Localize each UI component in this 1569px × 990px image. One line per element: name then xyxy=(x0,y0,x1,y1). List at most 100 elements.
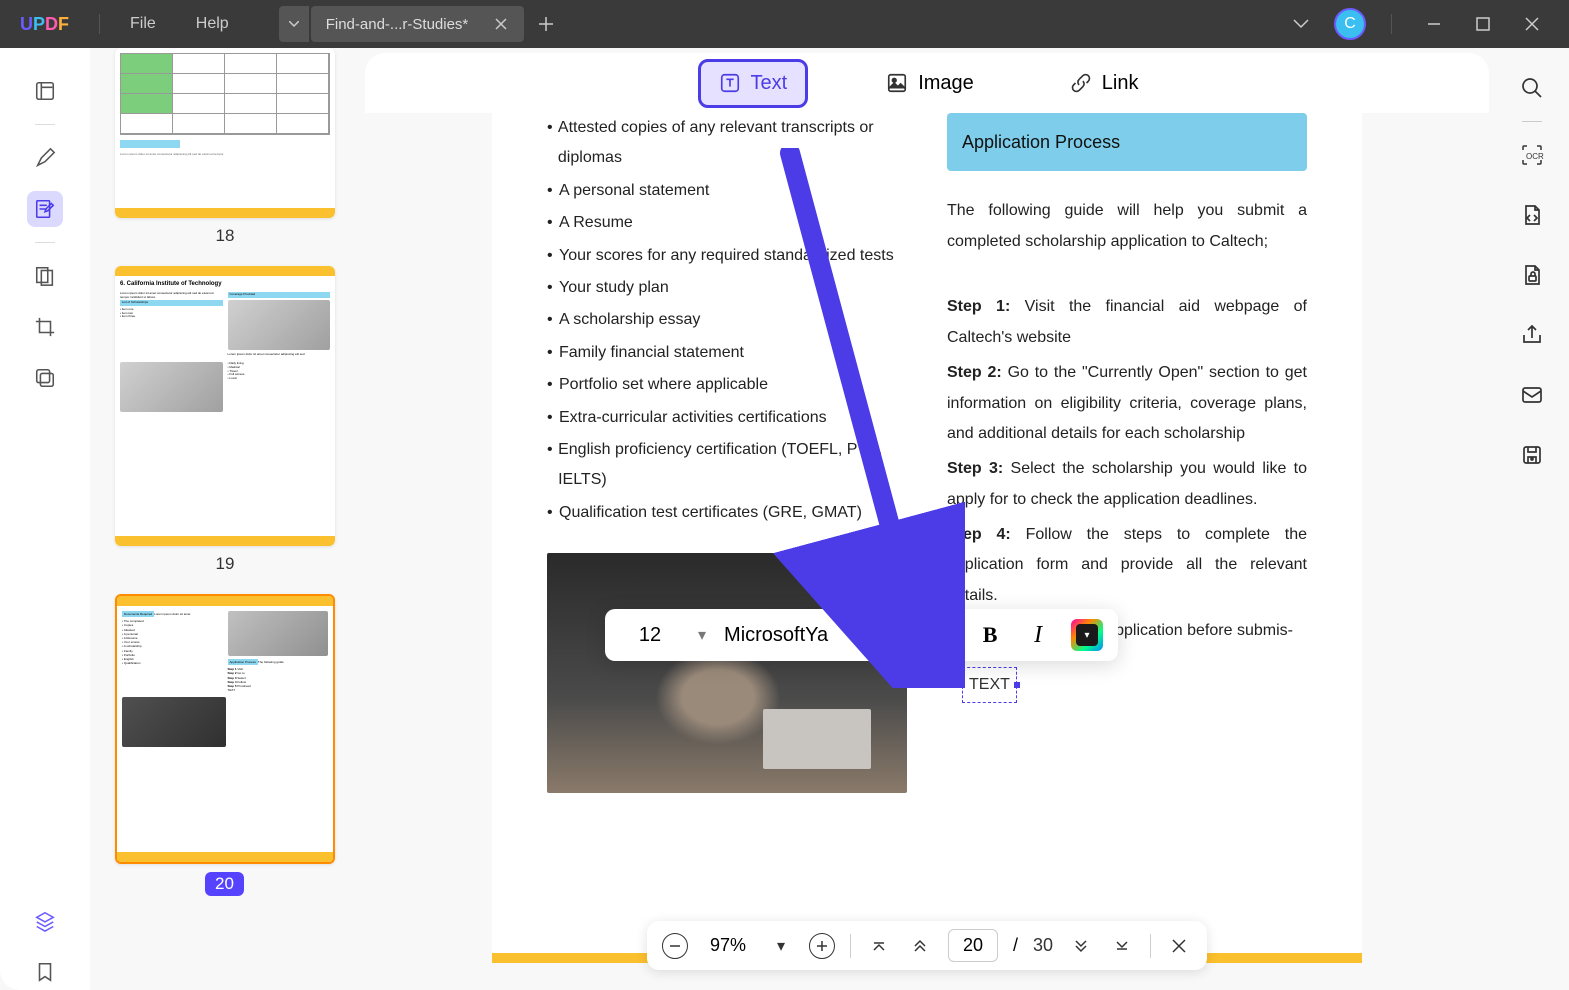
font-family-dropdown-icon[interactable]: ▾ xyxy=(882,625,890,645)
divider xyxy=(99,14,100,34)
thumbnail-preview[interactable]: Documents RequiredLorem ipsum dolor sit … xyxy=(115,594,335,864)
divider xyxy=(850,934,851,958)
section-heading: Application Process xyxy=(947,113,1307,171)
font-family-value[interactable]: MicrosoftYa xyxy=(724,624,864,647)
editing-text-box[interactable]: TEXT xyxy=(962,667,1017,703)
search-icon[interactable] xyxy=(1517,73,1547,103)
edit-text-content[interactable]: TEXT xyxy=(969,676,1010,693)
prev-page-icon[interactable] xyxy=(907,933,933,959)
bullet-text: A scholarship essay xyxy=(559,305,700,335)
close-nav-icon[interactable] xyxy=(1166,933,1192,959)
divider xyxy=(35,242,55,243)
protect-icon[interactable] xyxy=(1517,260,1547,290)
zoom-dropdown-icon[interactable]: ▾ xyxy=(768,933,794,959)
save-icon[interactable] xyxy=(1517,440,1547,470)
bullet-text: Attested copies of any relevant transcri… xyxy=(558,113,907,174)
divider xyxy=(1391,14,1392,34)
right-column: Application Process The following guide … xyxy=(947,113,1307,793)
edit-icon[interactable] xyxy=(27,191,63,227)
tab-list-dropdown[interactable] xyxy=(279,6,309,42)
edit-toolbar: Text Image Link xyxy=(365,53,1489,113)
close-icon[interactable] xyxy=(1515,12,1549,36)
bullet-text: English proficiency certification (TOEFL… xyxy=(558,435,907,496)
comment-icon[interactable] xyxy=(27,140,63,176)
avatar-letter: C xyxy=(1344,15,1356,33)
organize-icon[interactable] xyxy=(27,258,63,294)
edit-link-label: Link xyxy=(1102,72,1139,95)
tab-title: Find-and-...r-Studies* xyxy=(326,16,469,33)
edit-text-button[interactable]: Text xyxy=(698,59,809,108)
reader-icon[interactable] xyxy=(27,73,63,109)
ocr-icon[interactable]: OCR xyxy=(1517,140,1547,170)
app-logo: UPDF xyxy=(0,14,89,35)
divider xyxy=(908,620,909,650)
tab-add-icon[interactable] xyxy=(539,17,553,31)
bullet-text: Extra-curricular activities certificatio… xyxy=(559,403,827,433)
italic-button[interactable]: I xyxy=(1023,620,1053,650)
svg-text:OCR: OCR xyxy=(1526,152,1544,161)
email-icon[interactable] xyxy=(1517,380,1547,410)
bullet-text: Family financial statement xyxy=(559,338,744,368)
thumbnail-item[interactable]: Lorem ipsum dolor sit amet consectetur a… xyxy=(110,48,340,246)
first-page-icon[interactable] xyxy=(866,933,892,959)
thumbnail-number: 18 xyxy=(110,226,340,246)
document-page[interactable]: •Attested copies of any relevant transcr… xyxy=(492,113,1362,963)
page-total: 30 xyxy=(1033,935,1053,956)
next-page-icon[interactable] xyxy=(1068,933,1094,959)
layers-icon[interactable] xyxy=(27,903,63,939)
share-icon[interactable] xyxy=(1517,320,1547,350)
chevron-down-icon[interactable] xyxy=(1283,14,1319,34)
document-viewport[interactable]: •Attested copies of any relevant transcr… xyxy=(360,113,1494,990)
step-text: Go to the "Currently Open" section to ge… xyxy=(947,364,1307,442)
thumbnail-number: 20 xyxy=(205,872,244,896)
step-label: Step 2: xyxy=(947,364,1002,381)
thumbnail-panel[interactable]: Lorem ipsum dolor sit amet consectetur a… xyxy=(90,48,360,990)
bullet-text: Qualification test certificates (GRE, GM… xyxy=(559,498,862,528)
zoom-in-icon[interactable] xyxy=(809,933,835,959)
step-label: Step 3: xyxy=(947,460,1003,477)
minimize-icon[interactable] xyxy=(1417,12,1451,36)
thumbnail-item[interactable]: 6. California Institute of Technology Lo… xyxy=(110,266,340,574)
crop-icon[interactable] xyxy=(27,309,63,345)
content-area: Text Image Link •Attested copies of any … xyxy=(360,48,1494,990)
bullet-text: A personal statement xyxy=(559,176,709,206)
last-page-icon[interactable] xyxy=(1109,933,1135,959)
intro-text: The following guide will help you submit… xyxy=(947,196,1307,257)
maximize-icon[interactable] xyxy=(1466,12,1500,36)
left-column: •Attested copies of any relevant transcr… xyxy=(547,113,907,793)
align-left-icon[interactable] xyxy=(927,620,957,650)
bullet-text: Your scores for any required standardize… xyxy=(559,241,894,271)
bullet-text: Portfolio set where applicable xyxy=(559,370,768,400)
tab-close-icon[interactable] xyxy=(493,16,509,32)
thumbnail-preview[interactable]: Lorem ipsum dolor sit amet consectetur a… xyxy=(115,48,335,218)
font-size-dropdown-icon[interactable]: ▾ xyxy=(698,625,706,645)
text-format-toolbar[interactable]: 12 ▾ MicrosoftYa ▾ B I ▾ xyxy=(605,609,1118,661)
zoom-out-icon[interactable] xyxy=(662,933,688,959)
step-label: Step 4: xyxy=(947,526,1011,543)
avatar[interactable]: C xyxy=(1334,8,1366,40)
bold-button[interactable]: B xyxy=(975,620,1005,650)
menu-help[interactable]: Help xyxy=(176,15,249,33)
edit-image-button[interactable]: Image xyxy=(868,62,992,105)
right-toolbar: OCR xyxy=(1494,48,1569,990)
divider xyxy=(35,124,55,125)
menu-file[interactable]: File xyxy=(110,15,176,33)
bullet-text: Your study plan xyxy=(559,273,669,303)
thumbnail-preview[interactable]: 6. California Institute of Technology Lo… xyxy=(115,266,335,546)
thumbnail-item[interactable]: Documents RequiredLorem ipsum dolor sit … xyxy=(110,594,340,896)
page-navigator: 97% ▾ / 30 xyxy=(647,921,1207,970)
step-label: Step 1: xyxy=(947,298,1010,315)
font-size-value[interactable]: 12 xyxy=(620,624,680,647)
left-toolbar xyxy=(0,48,90,990)
page-number-input[interactable] xyxy=(948,929,998,962)
edit-link-button[interactable]: Link xyxy=(1052,62,1157,105)
bookmark-icon[interactable] xyxy=(27,954,63,990)
document-tab[interactable]: Find-and-...r-Studies* xyxy=(311,6,525,42)
convert-icon[interactable] xyxy=(1517,200,1547,230)
color-picker-button[interactable]: ▾ xyxy=(1071,619,1103,651)
divider xyxy=(1150,934,1151,958)
divider xyxy=(1522,121,1542,122)
tools-icon[interactable] xyxy=(27,360,63,396)
zoom-level[interactable]: 97% xyxy=(703,935,753,956)
bullet-text: A Resume xyxy=(559,208,633,238)
